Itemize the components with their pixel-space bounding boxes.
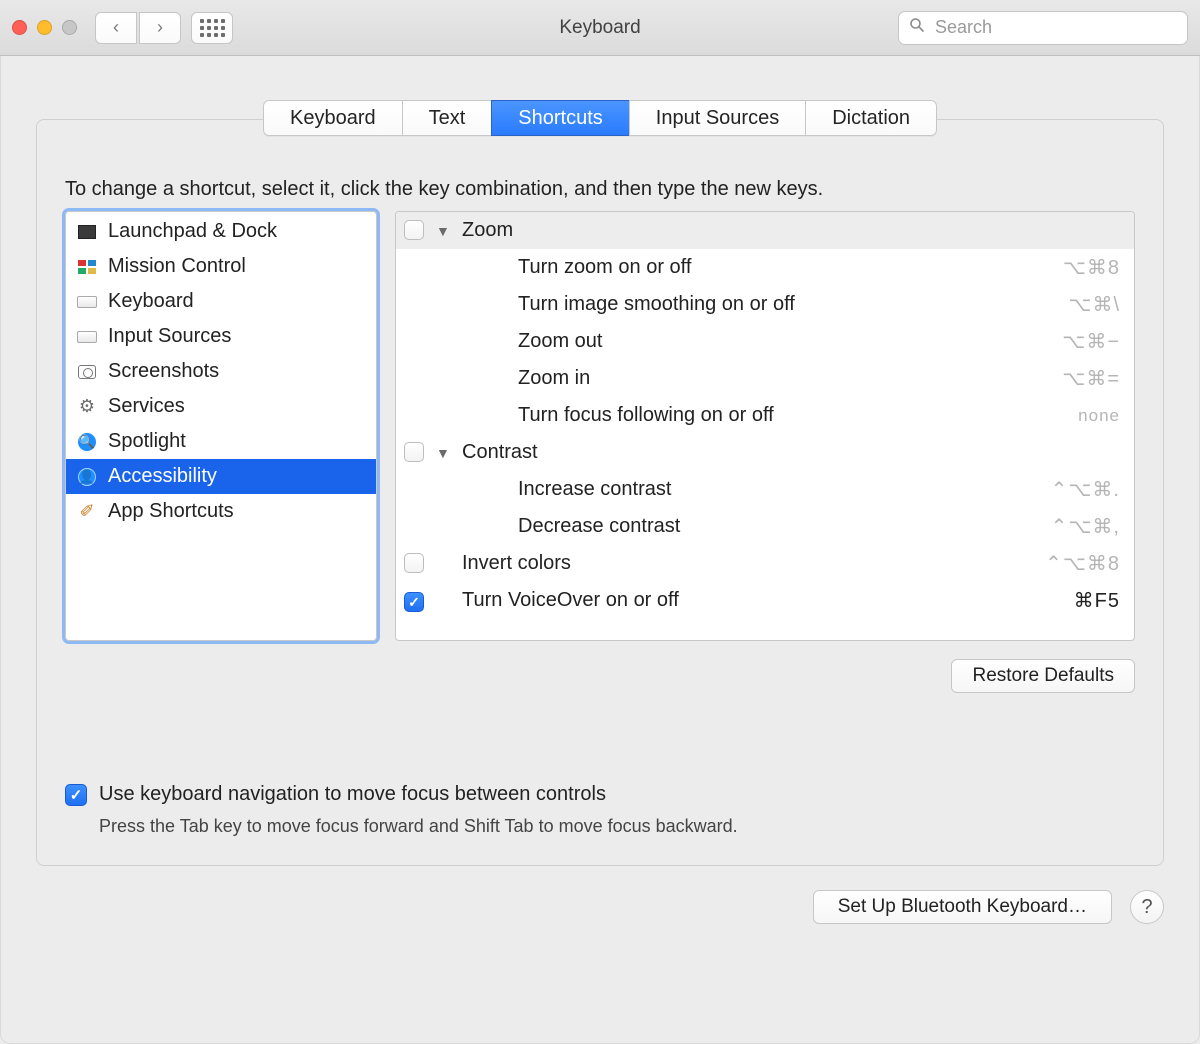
back-button[interactable]: ‹: [95, 12, 137, 44]
shortcut-row-zoom-toggle[interactable]: Turn zoom on or off ⌥⌘8: [396, 249, 1134, 286]
shortcut-keys[interactable]: ⌃⌥⌘8: [1045, 551, 1120, 576]
group-zoom[interactable]: ▼ Zoom: [396, 212, 1134, 249]
show-all-prefs-button[interactable]: [191, 12, 233, 44]
restore-defaults-button[interactable]: Restore Defaults: [951, 659, 1135, 693]
shortcut-keys[interactable]: ⌥⌘−: [1062, 329, 1120, 354]
sidebar-item-input-sources[interactable]: Input Sources: [66, 319, 376, 354]
launchpad-icon: [76, 221, 98, 243]
input-sources-icon: [76, 326, 98, 348]
mission-control-icon: [76, 256, 98, 278]
shortcut-label: Increase contrast: [462, 478, 1041, 501]
app-shortcuts-icon: ✐: [76, 501, 98, 523]
invert-colors-checkbox[interactable]: [404, 553, 424, 573]
sidebar-item-label: App Shortcuts: [108, 500, 234, 523]
keyboard-nav-label: Use keyboard navigation to move focus be…: [99, 783, 606, 806]
shortcut-label: Turn VoiceOver on or off: [462, 589, 1064, 612]
search-input[interactable]: [933, 16, 1177, 39]
search-field[interactable]: [898, 11, 1188, 45]
sidebar-item-label: Mission Control: [108, 255, 246, 278]
shortcut-keys[interactable]: ⌃⌥⌘,: [1051, 514, 1120, 539]
sidebar-item-app-shortcuts[interactable]: ✐ App Shortcuts: [66, 494, 376, 529]
shortcut-label: Turn image smoothing on or off: [462, 293, 1058, 316]
apps-grid-icon: [200, 19, 225, 37]
shortcut-label: Turn focus following on or off: [462, 404, 1068, 427]
sidebar-item-label: Spotlight: [108, 430, 186, 453]
shortcut-keys[interactable]: ⌥⌘\: [1068, 292, 1120, 317]
nav-back-forward: ‹ ›: [95, 12, 181, 44]
shortcut-label: Turn zoom on or off: [462, 256, 1053, 279]
group-label: Zoom: [462, 219, 1110, 242]
shortcuts-frame: To change a shortcut, select it, click t…: [36, 119, 1164, 866]
sidebar-item-launchpad-dock[interactable]: Launchpad & Dock: [66, 214, 376, 249]
group-contrast-checkbox[interactable]: [404, 442, 424, 462]
group-label: Contrast: [462, 441, 1110, 464]
sidebar-item-mission-control[interactable]: Mission Control: [66, 249, 376, 284]
keyboard-nav-checkbox[interactable]: [65, 784, 87, 806]
shortcut-keys[interactable]: none: [1078, 406, 1120, 426]
search-icon: [909, 17, 925, 38]
zoom-window-button[interactable]: [62, 20, 77, 35]
sidebar-item-label: Input Sources: [108, 325, 231, 348]
group-zoom-checkbox[interactable]: [404, 220, 424, 240]
shortcut-label: Zoom in: [462, 367, 1052, 390]
setup-bluetooth-button[interactable]: Set Up Bluetooth Keyboard…: [813, 890, 1112, 924]
disclosure-triangle-icon[interactable]: ▼: [436, 445, 452, 461]
instruction-label: To change a shortcut, select it, click t…: [65, 178, 1135, 201]
accessibility-icon: 👤: [76, 466, 98, 488]
shortcut-label: Decrease contrast: [462, 515, 1041, 538]
keyboard-nav-hint: Press the Tab key to move focus forward …: [99, 816, 1135, 837]
tab-keyboard[interactable]: Keyboard: [263, 100, 402, 136]
group-contrast[interactable]: ▼ Contrast: [396, 434, 1134, 471]
voiceover-checkbox[interactable]: [404, 592, 424, 612]
close-window-button[interactable]: [12, 20, 27, 35]
shortcut-keys[interactable]: ⌘F5: [1074, 588, 1120, 613]
pref-pane: Keyboard Text Shortcuts Input Sources Di…: [0, 56, 1200, 890]
category-list[interactable]: Launchpad & Dock Mission Control Keyboar…: [65, 211, 377, 641]
tab-bar: Keyboard Text Shortcuts Input Sources Di…: [263, 100, 937, 136]
chevron-left-icon: ‹: [113, 17, 119, 38]
keyboard-nav-option: Use keyboard navigation to move focus be…: [65, 783, 1135, 806]
tab-dictation[interactable]: Dictation: [805, 100, 937, 136]
sidebar-item-services[interactable]: ⚙︎ Services: [66, 389, 376, 424]
shortcut-keys[interactable]: ⌥⌘=: [1062, 366, 1120, 391]
sidebar-item-label: Launchpad & Dock: [108, 220, 277, 243]
sidebar-item-keyboard[interactable]: Keyboard: [66, 284, 376, 319]
disclosure-triangle-icon[interactable]: ▼: [436, 223, 452, 239]
shortcut-detail-list[interactable]: ▼ Zoom Turn zoom on or off ⌥⌘8 Turn imag…: [395, 211, 1135, 641]
sidebar-item-accessibility[interactable]: 👤 Accessibility: [66, 459, 376, 494]
help-button[interactable]: ?: [1130, 890, 1164, 924]
sidebar-item-label: Keyboard: [108, 290, 194, 313]
sidebar-item-spotlight[interactable]: 🔍 Spotlight: [66, 424, 376, 459]
shortcut-row-focus-follow[interactable]: Turn focus following on or off none: [396, 397, 1134, 434]
shortcut-row-zoom-out[interactable]: Zoom out ⌥⌘−: [396, 323, 1134, 360]
bottom-bar: Set Up Bluetooth Keyboard… ?: [0, 890, 1200, 948]
spotlight-icon: 🔍: [76, 431, 98, 453]
screenshots-icon: [76, 361, 98, 383]
forward-button[interactable]: ›: [139, 12, 181, 44]
sidebar-item-label: Accessibility: [108, 465, 217, 488]
tab-input-sources[interactable]: Input Sources: [629, 100, 805, 136]
window-controls: [12, 20, 77, 35]
shortcut-keys[interactable]: ⌃⌥⌘.: [1051, 477, 1120, 502]
keyboard-icon: [76, 291, 98, 313]
gear-icon: ⚙︎: [76, 396, 98, 418]
tab-shortcuts[interactable]: Shortcuts: [491, 100, 628, 136]
shortcut-row-voiceover[interactable]: Turn VoiceOver on or off ⌘F5: [396, 582, 1134, 619]
shortcut-row-decrease-contrast[interactable]: Decrease contrast ⌃⌥⌘,: [396, 508, 1134, 545]
shortcut-keys[interactable]: ⌥⌘8: [1063, 255, 1120, 280]
sidebar-item-label: Screenshots: [108, 360, 219, 383]
sidebar-item-screenshots[interactable]: Screenshots: [66, 354, 376, 389]
shortcut-row-image-smoothing[interactable]: Turn image smoothing on or off ⌥⌘\: [396, 286, 1134, 323]
shortcut-row-zoom-in[interactable]: Zoom in ⌥⌘=: [396, 360, 1134, 397]
tab-text[interactable]: Text: [402, 100, 492, 136]
chevron-right-icon: ›: [157, 17, 163, 38]
shortcut-label: Invert colors: [462, 552, 1035, 575]
sidebar-item-label: Services: [108, 395, 185, 418]
shortcut-label: Zoom out: [462, 330, 1052, 353]
shortcut-row-invert-colors[interactable]: Invert colors ⌃⌥⌘8: [396, 545, 1134, 582]
shortcut-row-increase-contrast[interactable]: Increase contrast ⌃⌥⌘.: [396, 471, 1134, 508]
minimize-window-button[interactable]: [37, 20, 52, 35]
titlebar: ‹ › Keyboard: [0, 0, 1200, 56]
